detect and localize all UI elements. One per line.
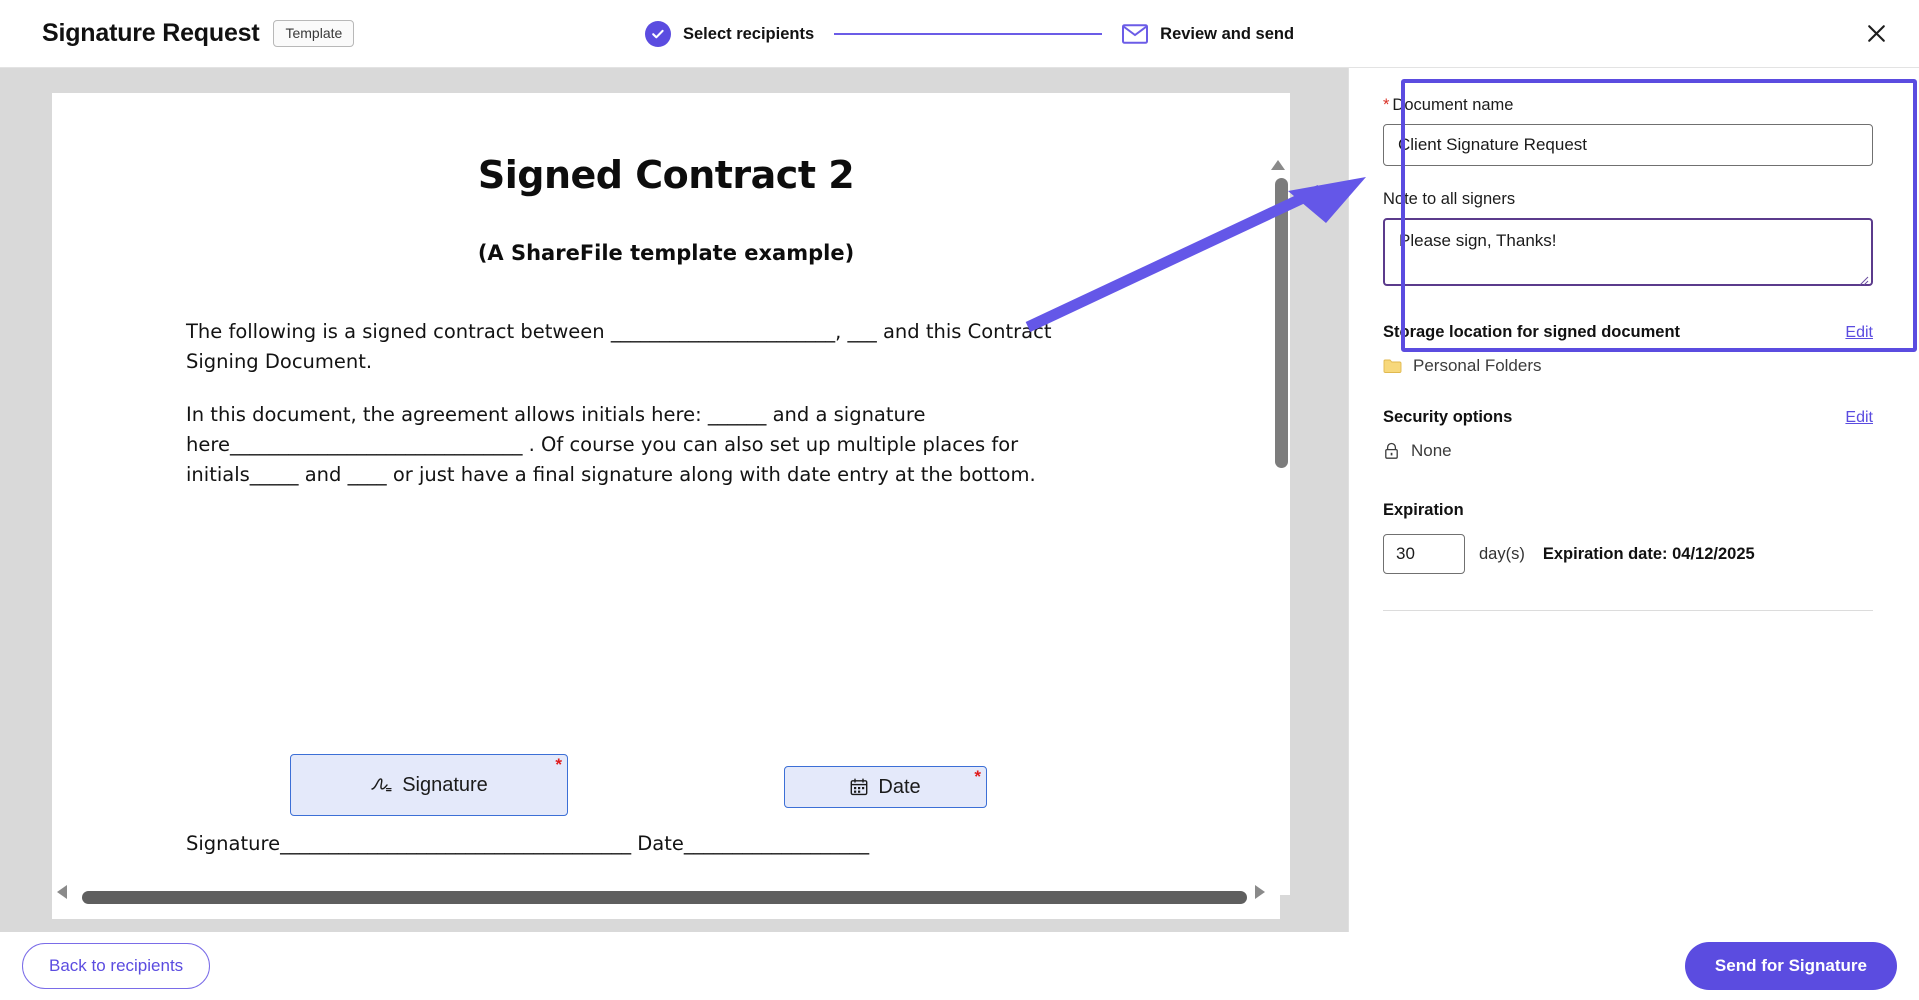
date-field-widget[interactable]: Date *	[784, 766, 987, 808]
document-name-label-text: Document name	[1392, 96, 1514, 114]
date-field-label: Date	[878, 775, 921, 798]
note-label: Note to all signers	[1383, 190, 1516, 208]
step-review-and-send[interactable]: Review and send	[1122, 24, 1294, 44]
scroll-right-arrow-icon[interactable]	[1254, 884, 1266, 905]
page-title: Signature Request	[42, 19, 260, 47]
template-badge: Template	[273, 20, 355, 47]
storage-value: Personal Folders	[1413, 356, 1542, 375]
panel-divider	[1383, 610, 1873, 611]
storage-section-header: Storage location for signed document Edi…	[1383, 323, 1873, 342]
document-paragraph-1: The following is a signed contract betwe…	[186, 320, 1052, 373]
step-connector	[834, 33, 1103, 35]
close-icon[interactable]	[1859, 17, 1893, 51]
expiration-days-input[interactable]	[1383, 534, 1465, 574]
folder-icon	[1383, 358, 1402, 374]
lock-icon	[1383, 442, 1400, 460]
required-marker: *	[1383, 96, 1390, 114]
document-viewer: Signed Contract 2 (A ShareFile template …	[0, 68, 1348, 932]
calendar-icon	[850, 778, 868, 796]
step-label-review-and-send: Review and send	[1160, 24, 1295, 43]
document-subheading: (A ShareFile template example)	[477, 241, 855, 265]
document-name-input[interactable]	[1383, 124, 1873, 166]
scroll-left-arrow-icon[interactable]	[56, 884, 68, 905]
send-for-signature-button[interactable]: Send for Signature	[1684, 942, 1897, 990]
app-header: Signature Request Template Select recipi…	[0, 0, 1919, 68]
vertical-scrollbar-thumb[interactable]	[1275, 178, 1288, 468]
note-field-wrapper	[1383, 218, 1873, 291]
step-label-select-recipients: Select recipients	[683, 24, 815, 43]
back-to-recipients-button[interactable]: Back to recipients	[22, 943, 211, 989]
settings-side-panel: *Document name Note to all signers Stora…	[1348, 68, 1919, 932]
document-paragraph-2: In this document, the agreement allows i…	[186, 403, 1036, 486]
security-value: None	[1411, 441, 1452, 460]
storage-edit-link[interactable]: Edit	[1845, 324, 1873, 342]
document-heading: Signed Contract 2	[477, 153, 855, 197]
expiration-row: day(s) Expiration date: 04/12/2025	[1383, 534, 1873, 574]
signature-field-label: Signature	[402, 773, 488, 796]
mail-icon	[1122, 24, 1149, 44]
expiration-date-text: Expiration date: 04/12/2025	[1542, 544, 1755, 563]
horizontal-scrollbar-thumb[interactable]	[82, 891, 1247, 904]
main-content: Signed Contract 2 (A ShareFile template …	[0, 68, 1919, 932]
expiration-section-title: Expiration	[1383, 501, 1464, 519]
note-textarea[interactable]	[1383, 218, 1873, 286]
required-marker: *	[974, 767, 981, 786]
expiration-days-label: day(s)	[1479, 544, 1525, 563]
security-value-row: None	[1383, 441, 1873, 461]
document-page: Signed Contract 2 (A ShareFile template …	[52, 93, 1280, 919]
check-circle-icon	[645, 21, 671, 47]
security-section-title: Security options	[1383, 408, 1513, 426]
step-select-recipients[interactable]: Select recipients	[645, 21, 814, 47]
signature-line-text: Signature_______________________________…	[186, 832, 870, 855]
security-edit-link[interactable]: Edit	[1845, 409, 1873, 427]
signature-field-widget[interactable]: Signature *	[290, 754, 568, 816]
security-section-header: Security options Edit	[1383, 408, 1873, 427]
storage-value-row: Personal Folders	[1383, 356, 1873, 376]
required-marker: *	[555, 755, 562, 774]
storage-section-title: Storage location for signed document	[1383, 323, 1681, 341]
scroll-up-arrow-icon[interactable]	[1270, 158, 1286, 176]
document-name-label: * Document name	[1383, 96, 1873, 115]
progress-stepper: Select recipients Review and send	[645, 0, 1294, 68]
signature-icon	[370, 776, 392, 794]
footer-action-bar: Back to recipients Send for Signature	[0, 932, 1919, 1000]
